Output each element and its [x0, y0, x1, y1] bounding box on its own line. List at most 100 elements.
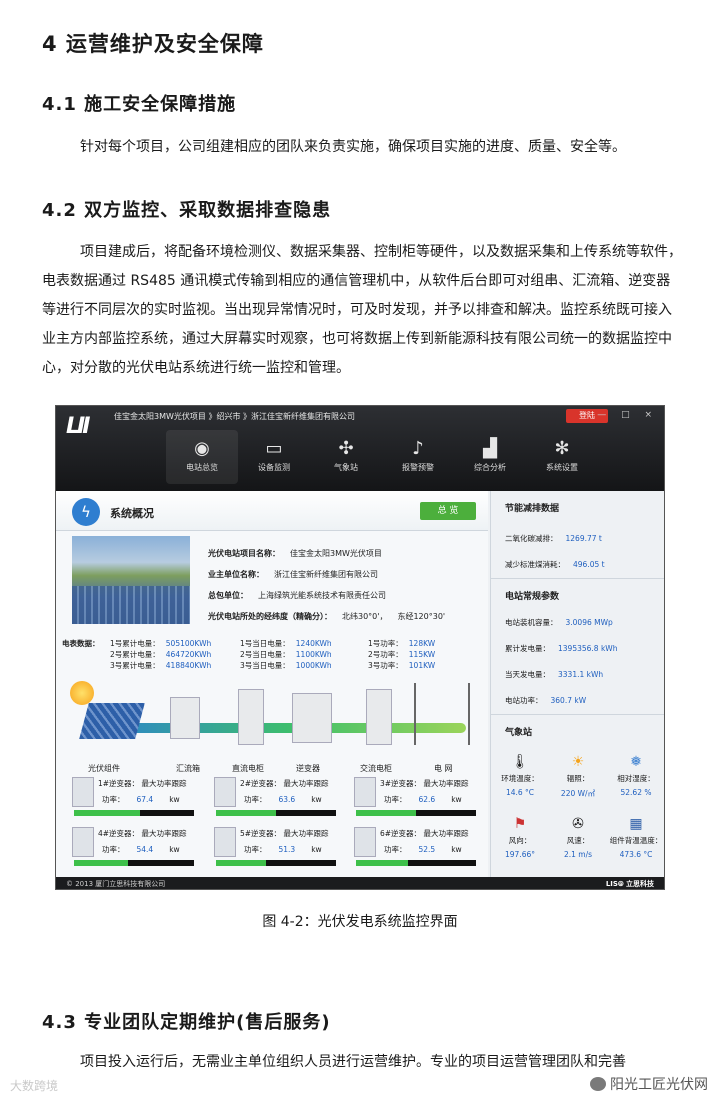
flow-label: 直流电柜 — [232, 764, 264, 773]
coal-row: 减少标准煤消耗： 496.05 t — [505, 560, 605, 569]
inverter-title: 1#逆变器： 最大功率跟踪 — [98, 779, 187, 788]
info-label: 总包单位： — [208, 591, 248, 600]
inverter-icon — [292, 693, 332, 743]
weather-cell: 🌡 环境温度： 14.6 °C — [491, 751, 549, 797]
breadcrumb: 佳宝金太阳3MW光伏项目 》绍兴市 》浙江佳宝新纤维集团有限公司 — [114, 412, 355, 421]
inverter-power-bar — [216, 810, 336, 816]
monitoring-screenshot: LII 佳宝金太阳3MW光伏项目 》绍兴市 》浙江佳宝新纤维集团有限公司 登陆 … — [55, 405, 665, 890]
nav-settings[interactable]: ✻ 系统设置 — [526, 430, 598, 484]
project-info: 光伏电站项目名称： 佳宝金太阳3MW光伏项目 业主单位名称： 浙江佳宝新纤维集团有限… — [208, 549, 446, 621]
energy-section: 节能减排数据 二氧化碳减排： 1269.77 t 减少标准煤消耗： 496.05 t — [491, 491, 664, 579]
inverter-card[interactable]: 1#逆变器： 最大功率跟踪 功率： 67.4 kw — [72, 777, 206, 827]
app-footer: © 2013 厦门立思科技有限公司 LIS⦾ 立思科技 — [56, 877, 664, 889]
dc-cabinet-icon — [238, 689, 264, 745]
app-header: LII 佳宝金太阳3MW光伏项目 》绍兴市 》浙江佳宝新纤维集团有限公司 登陆 … — [56, 406, 664, 491]
flow-label: 光伏组件 — [88, 764, 120, 773]
app-logo: LII — [66, 414, 90, 439]
info-label: 业主单位名称： — [208, 570, 264, 579]
main-nav: ◉ 电站总览 ▭ 设备监测 ✣ 气象站 ♪ 报警预警 ▟ 综合分析 ✻ 系统设置 — [166, 430, 598, 484]
flow-label: 逆变器 — [296, 764, 320, 773]
weather-cell: ▦ 组件背温温度： 473.6 °C — [607, 813, 664, 859]
inverter-power-bar — [356, 810, 476, 816]
nav-station-overview[interactable]: ◉ 电站总览 — [166, 430, 238, 484]
inverter-power: 功率： 62.6 kw — [384, 795, 462, 804]
watermark-right: 阳光工匠光伏网 — [590, 1074, 708, 1094]
project-name: 佳宝金太阳3MW光伏项目 — [290, 549, 382, 558]
meter-row: 2号累计电量： 464720KWh — [110, 650, 212, 659]
overview-button[interactable]: 总 览 — [420, 502, 476, 520]
flow-label: 汇流箱 — [176, 764, 200, 773]
paragraph-4-2: 项目建成后，将配备环境检测仪、数据采集器、控制柜等硬件，以及数据采集和上传系统等… — [42, 244, 682, 376]
monitor-icon: ▭ — [265, 438, 283, 459]
params-section: 电站常规参数 电站装机容量： 3.0096 MWp 累计发电量： 1395356.8… — [491, 579, 664, 715]
windmill-icon: ✣ — [338, 438, 354, 459]
section-heading-4-3: 4.3 专业团队定期维护(售后服务) — [42, 1012, 331, 1033]
paragraph-4-1: 针对每个项目，公司组建相应的团队来负责实施，确保项目实施的进度、质量、安全等。 — [80, 139, 626, 155]
energy-title: 节能减排数据 — [505, 504, 560, 514]
flow-label: 交流电柜 — [360, 764, 392, 773]
humidity-icon: ❅ — [630, 754, 642, 770]
nav-device-monitor[interactable]: ▭ 设备监测 — [238, 430, 310, 484]
inverter-card[interactable]: 2#逆变器： 最大功率跟踪 功率： 63.6 kw — [214, 777, 348, 827]
wind-direction-icon: ⚑ — [513, 816, 527, 832]
nav-label: 设备监测 — [258, 463, 290, 472]
co2-row: 二氧化碳减排： 1269.77 t — [505, 534, 602, 543]
system-bar: ϟ 系统概况 总 览 — [56, 491, 488, 531]
power-grid-tower-icon — [414, 683, 470, 745]
inverter-power: 功率： 51.3 kw — [244, 845, 322, 854]
inverter-title: 5#逆变器： 最大功率跟踪 — [240, 829, 329, 838]
weather-cell: ❅ 相对湿度： 52.62 % — [607, 751, 664, 797]
anemometer-icon: ✇ — [572, 816, 584, 832]
inverter-icon — [354, 777, 376, 807]
meter-label: 电表数据： — [62, 639, 100, 648]
sun-icon — [70, 681, 94, 705]
owner-name: 浙江佳宝新纤维集团有限公司 — [274, 570, 378, 579]
weather-cell: ✇ 风速： 2.1 m/s — [549, 813, 607, 859]
bolt-icon: ϟ — [72, 498, 100, 526]
meter-row: 1号当日电量： 1240KWh — [240, 639, 332, 648]
inverter-power: 功率： 63.6 kw — [244, 795, 322, 804]
section-heading-4-2: 4.2 双方监控、采取数据排查隐患 — [42, 200, 332, 221]
eye-icon: ◉ — [194, 438, 210, 459]
inverter-card[interactable]: 4#逆变器： 最大功率跟踪 功率： 54.4 kw — [72, 827, 206, 877]
inverter-power: 功率： 52.5 kw — [384, 845, 462, 854]
inverter-title: 4#逆变器： 最大功率跟踪 — [98, 829, 187, 838]
thermometer-icon: 🌡 — [511, 754, 529, 770]
company-logo: LIS⦾ 立思科技 — [605, 880, 654, 888]
params-title: 电站常规参数 — [505, 592, 560, 602]
param-row: 当天发电量： 3331.1 kWh — [505, 670, 604, 679]
section-heading-4: 4 运营维护及安全保障 — [42, 32, 264, 56]
inverter-title: 6#逆变器： 最大功率跟踪 — [380, 829, 469, 838]
nav-label: 气象站 — [334, 463, 358, 472]
window-controls[interactable]: — □ × — [597, 410, 658, 420]
inverter-card[interactable]: 3#逆变器： 最大功率跟踪 功率： 62.6 kw — [354, 777, 488, 827]
nav-label: 报警预警 — [402, 463, 434, 472]
meter-row: 3号当日电量： 1000KWh — [240, 661, 332, 670]
weather-cell: ⚑ 风向： 197.66° — [491, 813, 549, 859]
nav-weather-station[interactable]: ✣ 气象站 — [310, 430, 382, 484]
nav-label: 系统设置 — [546, 463, 578, 472]
weather-section: 气象站 🌡 环境温度： 14.6 °C ☀ 辐照： 220 W/㎡ ❅ 相对湿度： 52.6… — [491, 715, 664, 877]
param-row: 电站功率： 360.7 kW — [505, 696, 587, 705]
inverter-icon — [354, 827, 376, 857]
inverter-card[interactable]: 5#逆变器： 最大功率跟踪 功率： 51.3 kw — [214, 827, 348, 877]
inverter-power-bar — [356, 860, 476, 866]
weather-title: 气象站 — [505, 728, 533, 738]
bell-icon: ♪ — [412, 438, 424, 459]
meter-row: 1号功率： 128KW — [368, 639, 436, 648]
latitude: 北纬30°0' — [342, 612, 380, 621]
nav-label: 综合分析 — [474, 463, 506, 472]
side-panel: 节能减排数据 二氧化碳减排： 1269.77 t 减少标准煤消耗： 496.05 t… — [490, 491, 664, 877]
inverter-power-bar — [216, 860, 336, 866]
contractor-name: 上海绿筑光能系统技术有限责任公司 — [258, 591, 386, 600]
meter-row: 2号当日电量： 1100KWh — [240, 650, 332, 659]
nav-alarms[interactable]: ♪ 报警预警 — [382, 430, 454, 484]
nav-analysis[interactable]: ▟ 综合分析 — [454, 430, 526, 484]
inverter-title: 2#逆变器： 最大功率跟踪 — [240, 779, 329, 788]
meter-row: 1号累计电量： 505100KWh — [110, 639, 212, 648]
overview-panel: ϟ 系统概况 总 览 光伏电站项目名称： 佳宝金太阳3MW光伏项目 业主单位名称：… — [56, 491, 488, 877]
inverter-card[interactable]: 6#逆变器： 最大功率跟踪 功率： 52.5 kw — [354, 827, 488, 877]
inverter-icon — [72, 777, 94, 807]
panel-icon: ▦ — [629, 816, 643, 832]
param-row: 电站装机容量： 3.0096 MWp — [505, 618, 613, 627]
